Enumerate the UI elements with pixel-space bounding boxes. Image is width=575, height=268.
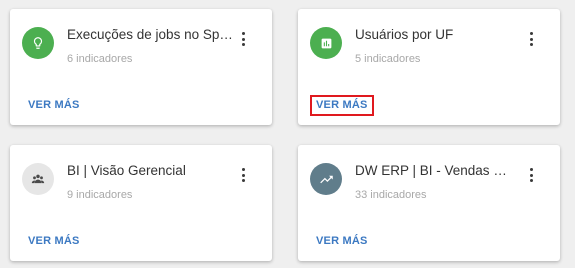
indicator-card[interactable]: Usuários por UF 5 indicadores VER MÁS: [298, 9, 560, 125]
indicator-card[interactable]: Execuções de jobs no Spark 6 indicadores…: [10, 9, 272, 125]
indicator-card[interactable]: BI | Visão Gerencial 9 indicadores VER M…: [10, 145, 272, 261]
ver-mas-button[interactable]: VER MÁS: [28, 99, 80, 111]
lightbulb-icon: [33, 37, 43, 49]
card-avatar: [310, 27, 342, 59]
card-title: Execuções de jobs no Spark: [67, 27, 237, 42]
card-title: BI | Visão Gerencial: [67, 163, 186, 178]
card-title: DW ERP | BI - Vendas Gerenciais: [355, 163, 513, 178]
more-vert-icon[interactable]: [236, 29, 252, 49]
card-avatar: [22, 163, 54, 195]
card-subtitle: 6 indicadores: [67, 53, 133, 65]
card-subtitle: 33 indicadores: [355, 189, 427, 201]
card-avatar: [310, 163, 342, 195]
card-subtitle: 5 indicadores: [355, 53, 421, 65]
bar-chart-icon: [321, 38, 331, 48]
indicator-card[interactable]: DW ERP | BI - Vendas Gerenciais 33 indic…: [298, 145, 560, 261]
ver-mas-button[interactable]: VER MÁS: [316, 235, 368, 247]
highlight-box: [310, 95, 374, 116]
card-avatar: [22, 27, 54, 59]
trending-up-icon: [319, 175, 333, 183]
ver-mas-button[interactable]: VER MÁS: [28, 235, 80, 247]
more-vert-icon[interactable]: [524, 29, 540, 49]
more-vert-icon[interactable]: [236, 165, 252, 185]
card-title: Usuários por UF: [355, 27, 454, 42]
more-vert-icon[interactable]: [524, 165, 540, 185]
card-subtitle: 9 indicadores: [67, 189, 133, 201]
people-icon: [31, 174, 45, 184]
